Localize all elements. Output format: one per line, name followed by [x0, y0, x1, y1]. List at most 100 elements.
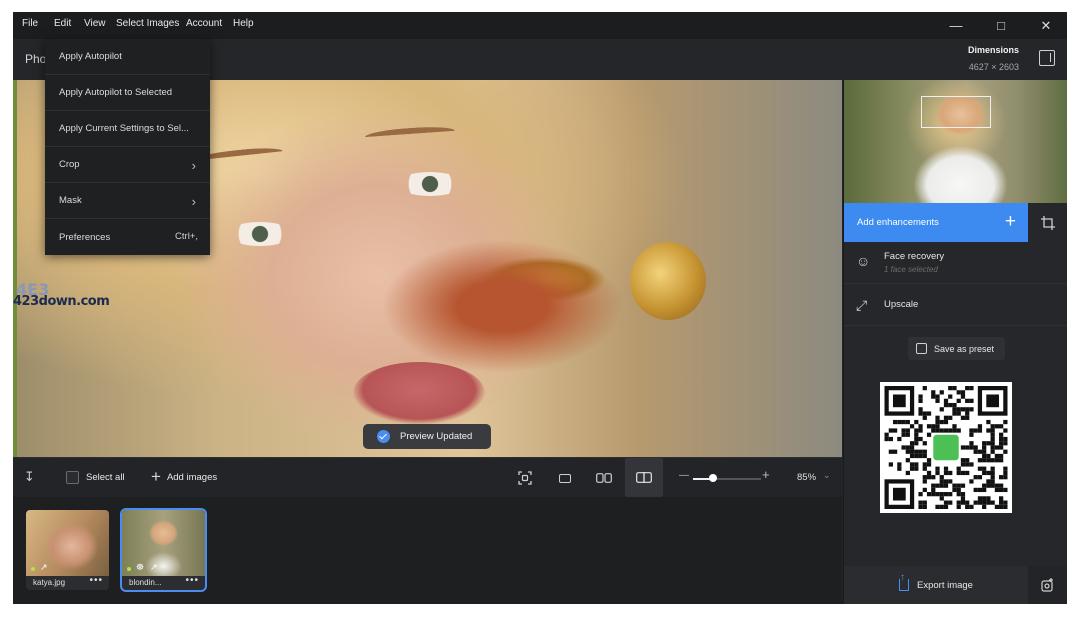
- crop-button[interactable]: [1028, 203, 1067, 242]
- check-circle-icon: [377, 430, 390, 443]
- export-settings-button[interactable]: [1028, 566, 1067, 604]
- chevron-down-icon[interactable]: ⌄: [823, 470, 831, 481]
- add-enhancements-label: Add enhancements: [857, 217, 939, 228]
- thumbnail-blonde[interactable]: ☸ ↗ blondin... •••: [122, 510, 205, 590]
- zoom-out-button[interactable]: —: [679, 470, 689, 481]
- navigator-viewport-frame[interactable]: [921, 96, 991, 128]
- more-options-icon[interactable]: •••: [185, 575, 199, 586]
- menu-bar: File Edit View Select Images Account Hel…: [13, 12, 1067, 39]
- status-dot: [127, 567, 131, 571]
- menu-item-mask[interactable]: Mask ›: [45, 183, 210, 219]
- chevron-right-icon: ›: [191, 158, 196, 173]
- minimize-button[interactable]: —: [933, 12, 979, 39]
- export-settings-icon: [1041, 578, 1053, 592]
- add-enhancements-button[interactable]: Add enhancements +: [844, 203, 1028, 242]
- menu-help[interactable]: Help: [233, 18, 254, 29]
- thumbnail-image: [26, 510, 109, 576]
- chevron-right-icon: ›: [191, 194, 196, 209]
- upscale-badge-icon: ↗: [150, 562, 158, 572]
- menu-item-label: Apply Autopilot to Selected: [59, 87, 173, 98]
- zoom-value[interactable]: 85%: [797, 472, 816, 483]
- panel-toggle-icon[interactable]: [1039, 50, 1055, 66]
- menu-item-label: Apply Autopilot: [59, 51, 122, 62]
- menu-select-images[interactable]: Select Images: [116, 18, 179, 29]
- app-title: Pho: [25, 52, 47, 66]
- enhancement-title: Upscale: [884, 299, 919, 310]
- split-view-icon: [636, 472, 652, 483]
- qr-code-graphic: [884, 386, 1008, 509]
- thumbnail-name: blondin...: [129, 578, 162, 587]
- image-detail: [397, 172, 463, 196]
- menu-item-apply-current-settings[interactable]: Apply Current Settings to Sel...: [45, 111, 210, 147]
- enhancement-subtitle: 1 face selected: [884, 265, 938, 274]
- menu-item-label: Preferences: [59, 231, 111, 243]
- filmstrip: ↗ katya.jpg ••• ☸ ↗ blondin... •••: [13, 497, 842, 604]
- menu-item-preferences[interactable]: Preferences Ctrl+,: [45, 219, 210, 255]
- image-detail: [630, 242, 706, 320]
- image-edge: [13, 80, 17, 457]
- single-view-icon: [559, 473, 571, 483]
- crop-icon: [1041, 215, 1055, 230]
- save-as-preset-button[interactable]: Save as preset: [908, 337, 1005, 360]
- dimensions-value: 4627 × 2603: [968, 62, 1019, 72]
- preview-updated-toast: Preview Updated: [363, 424, 491, 449]
- right-panel: Add enhancements + ☺ Face recovery 1 fac…: [843, 80, 1067, 604]
- menu-view[interactable]: View: [84, 18, 106, 29]
- export-icon: [899, 572, 909, 591]
- image-detail: [353, 362, 485, 424]
- enhancement-face-recovery[interactable]: ☺ Face recovery 1 face selected: [844, 242, 1067, 284]
- menu-item-apply-autopilot-selected[interactable]: Apply Autopilot to Selected: [45, 75, 210, 111]
- menu-account[interactable]: Account: [186, 18, 222, 29]
- menu-item-label: Crop: [59, 159, 80, 170]
- zoom-in-button[interactable]: +: [762, 467, 770, 482]
- image-detail: [227, 222, 293, 246]
- thumbnail-katya[interactable]: ↗ katya.jpg •••: [26, 510, 109, 590]
- toast-text: Preview Updated: [400, 431, 473, 442]
- image-detail: [364, 124, 456, 144]
- single-view-button[interactable]: [547, 464, 583, 492]
- expand-arrows-icon: ⤢: [856, 297, 868, 313]
- maximize-button[interactable]: □: [978, 12, 1024, 39]
- watermark-text: 423down.com: [13, 294, 110, 309]
- app-window: File Edit View Select Images Account Hel…: [13, 12, 1067, 604]
- focus-frame-icon: [518, 471, 532, 485]
- dimensions-label: Dimensions: [967, 45, 1019, 55]
- menu-edit[interactable]: Edit: [54, 18, 71, 29]
- import-arrow-icon[interactable]: ↧: [24, 469, 35, 485]
- upscale-badge-icon: ↗: [40, 562, 48, 572]
- zoom-slider-handle[interactable]: [709, 474, 718, 482]
- split-view-button[interactable]: [625, 458, 663, 497]
- side-by-side-icon: [596, 473, 612, 483]
- close-button[interactable]: ✕: [1023, 12, 1067, 39]
- face-icon: ☺: [856, 253, 871, 269]
- menu-item-crop[interactable]: Crop ›: [45, 147, 210, 183]
- menu-item-label: Mask: [59, 195, 82, 206]
- qr-code-image: [880, 382, 1012, 513]
- keyboard-shortcut: Ctrl+,: [175, 231, 198, 242]
- more-options-icon[interactable]: •••: [89, 575, 103, 586]
- edit-menu-dropdown: Apply Autopilot Apply Autopilot to Selec…: [45, 39, 210, 255]
- add-images-button[interactable]: + Add images: [151, 467, 217, 487]
- bottom-toolbar: ↧ Select all + Add images — + 85% ⌄: [13, 457, 842, 497]
- face-badge-icon: ☸: [136, 562, 145, 572]
- menu-file[interactable]: File: [22, 18, 38, 29]
- plus-icon: +: [1004, 211, 1016, 232]
- save-as-preset-label: Save as preset: [934, 343, 995, 354]
- thumbnail-image: [122, 510, 205, 576]
- side-by-side-button[interactable]: [586, 464, 622, 492]
- plus-icon: +: [151, 467, 161, 486]
- status-dot: [31, 567, 35, 571]
- enhancement-title: Face recovery: [884, 251, 945, 262]
- select-all-checkbox[interactable]: [66, 471, 79, 484]
- navigator-preview[interactable]: [844, 80, 1067, 203]
- fit-screen-button[interactable]: [507, 464, 543, 492]
- menu-item-apply-autopilot[interactable]: Apply Autopilot: [45, 39, 210, 75]
- preset-icon: [916, 343, 927, 354]
- add-images-label: Add images: [166, 471, 218, 483]
- menu-item-label: Apply Current Settings to Sel...: [59, 123, 189, 134]
- select-all-label[interactable]: Select all: [86, 472, 125, 483]
- export-image-button[interactable]: Export image: [844, 566, 1028, 604]
- enhancement-upscale[interactable]: ⤢ Upscale: [844, 284, 1067, 326]
- export-image-label: Export image: [917, 579, 973, 591]
- thumbnail-name: katya.jpg: [33, 578, 66, 587]
